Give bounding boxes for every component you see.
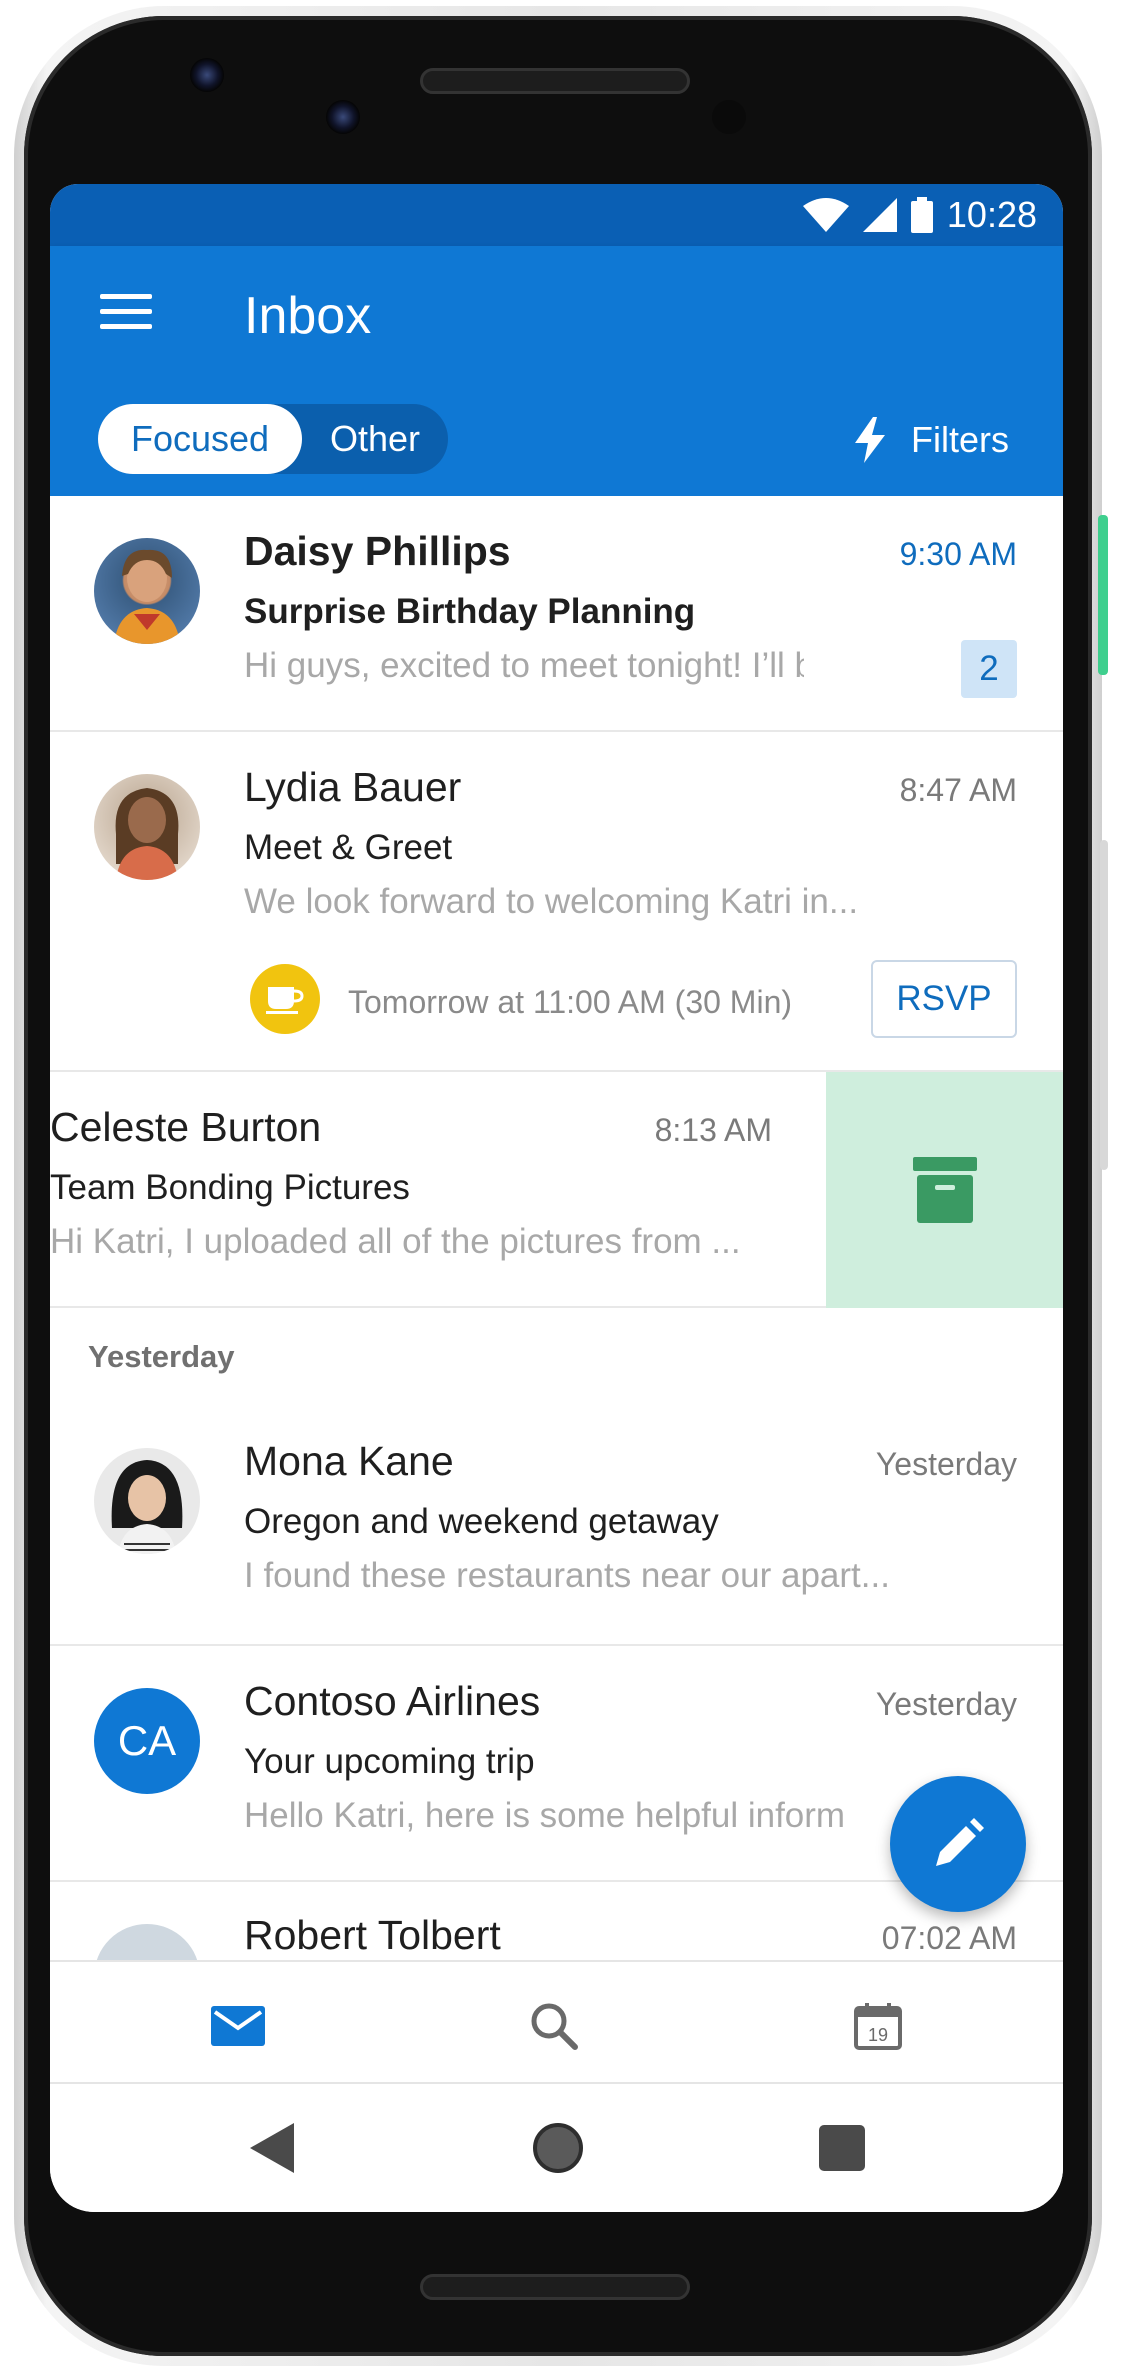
front-camera-left [190,58,224,92]
phone-side-button [1100,840,1108,1170]
calendar-icon: 19 [854,2003,902,2050]
message-subject: Surprise Birthday Planning [244,592,696,631]
battery-icon [910,197,933,233]
earpiece-speaker [420,68,690,94]
status-time: 10:28 [946,194,1037,235]
archive-swipe-action[interactable] [826,1072,1063,1308]
inbox-tab-toggle: Focused Other [98,404,448,474]
archive-icon [912,1157,977,1223]
system-nav-bar [50,2084,1063,2212]
message-subject: Meet & Greet [244,828,453,867]
cell-signal-icon [862,198,897,232]
message-time: Yesterday [875,1686,1017,1722]
message-preview: Hi guys, excited to meet tonight! I’ll b… [244,646,804,685]
proximity-sensor [712,100,746,134]
filters-button[interactable]: Filters [855,412,1009,468]
thread-count-badge: 2 [961,640,1017,698]
sender-name: Mona Kane [244,1438,454,1484]
bottom-speaker [420,2274,690,2300]
wifi-icon [802,198,849,232]
avatar [94,1448,200,1554]
message-subject: Oregon and weekend getaway [244,1502,719,1541]
sender-name: Daisy Phillips [244,528,511,574]
mail-icon [211,2006,265,2046]
sender-name: Contoso Airlines [244,1678,541,1724]
mail-item-daisy-phillips[interactable]: Daisy Phillips 9:30 AM Surprise Birthday… [50,496,1063,732]
message-preview: Hi Katri, I uploaded all of the pictures… [50,1222,741,1261]
nav-calendar[interactable]: 19 [848,1996,908,2056]
home-icon[interactable] [528,2118,588,2178]
sender-name: Robert Tolbert [244,1912,501,1958]
status-bar: 10:28 [50,184,1063,246]
filters-label: Filters [911,419,1009,460]
nav-search[interactable] [524,1996,584,2056]
rsvp-button[interactable]: RSVP [871,960,1017,1038]
pencil-icon [936,1818,984,1866]
message-subject: Your upcoming trip [244,1742,535,1781]
message-time: Yesterday [875,1446,1017,1482]
message-preview: Hello Katri, here is some helpful inform [244,1796,846,1835]
recents-icon[interactable] [812,2118,872,2178]
front-camera-right [326,100,360,134]
avatar [94,538,200,644]
avatar [94,774,200,880]
nav-mail[interactable] [208,1996,268,2056]
phone-side-accent [1098,515,1108,675]
back-icon[interactable] [242,2118,302,2178]
sender-name: Lydia Bauer [244,764,462,810]
lightning-bolt-icon [855,417,885,463]
message-time: 9:30 AM [899,536,1017,572]
phone-screen: 10:28 Inbox Focused Other Filters Daisy … [50,184,1063,2212]
mail-item-celeste-burton[interactable]: Celeste Burton 8:13 AM Team Bonding Pict… [50,1072,1063,1308]
hamburger-menu-icon[interactable] [100,294,152,334]
message-time: 8:13 AM [654,1112,772,1148]
message-time: 07:02 AM [881,1920,1017,1956]
bottom-nav: 19 [50,1960,1063,2084]
message-preview: We look forward to welcoming Katri in... [244,882,859,921]
swiped-mail-content: Celeste Burton 8:13 AM Team Bonding Pict… [50,1072,826,1308]
tab-other[interactable]: Other [302,404,448,474]
event-time-text: Tomorrow at 11:00 AM (30 Min) [348,984,793,1020]
tab-focused[interactable]: Focused [98,404,302,474]
search-icon [531,2003,578,2050]
avatar-initials: CA [94,1688,200,1794]
calendar-day: 19 [868,2025,888,2045]
page-title: Inbox [244,287,372,345]
mail-item-mona-kane[interactable]: Mona Kane Yesterday Oregon and weekend g… [50,1404,1063,1646]
app-bar: Inbox Focused Other Filters [50,246,1063,496]
message-preview: I found these restaurants near our apart… [244,1556,890,1595]
message-subject: Team Bonding Pictures [50,1168,410,1207]
sender-name: Celeste Burton [50,1104,322,1150]
coffee-cup-icon [250,964,320,1034]
mail-item-lydia-bauer[interactable]: Lydia Bauer 8:47 AM Meet & Greet We look… [50,732,1063,1072]
message-time: 8:47 AM [899,772,1017,808]
compose-button[interactable] [890,1776,1026,1912]
section-header-yesterday: Yesterday [88,1339,235,1374]
